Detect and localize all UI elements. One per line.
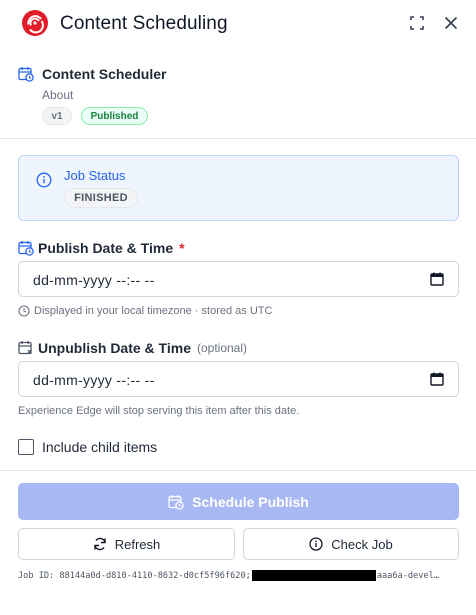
include-child-items-checkbox[interactable]: [18, 439, 34, 455]
close-icon: [444, 16, 458, 30]
check-job-label: Check Job: [331, 536, 393, 552]
unpublish-date-label: Unpublish Date & Time (optional): [18, 340, 247, 356]
publish-date-label: Publish Date & Time *: [18, 240, 185, 256]
calendar-icon[interactable]: [430, 272, 444, 286]
refresh-icon: [94, 537, 106, 551]
expand-icon: [410, 16, 424, 30]
unpublish-date-label-text: Unpublish Date & Time: [38, 340, 191, 356]
include-child-items-label[interactable]: Include child items: [42, 439, 157, 455]
publish-date-label-text: Publish Date & Time: [38, 240, 174, 256]
published-badge: Published: [81, 107, 148, 125]
job-id: Job ID: 88144a0d-d810-4110-8632-d0cf5f96…: [18, 570, 439, 581]
calendar-icon[interactable]: [430, 372, 444, 386]
calendar-clock-icon: [18, 241, 34, 256]
calendar-clock-icon: [18, 67, 34, 82]
required-mark: *: [179, 240, 185, 256]
divider: [0, 138, 476, 139]
unpublish-hint-text: Experience Edge will stop serving this i…: [18, 405, 300, 417]
job-status-panel: Job Status FINISHED: [18, 155, 459, 221]
optional-label: (optional): [196, 341, 248, 355]
header: Content Scheduling: [0, 0, 476, 48]
job-id-suffix: aaa6a-devel…: [376, 570, 439, 581]
schedule-publish-button[interactable]: Schedule Publish: [18, 483, 459, 520]
divider: [0, 470, 476, 471]
expand-button[interactable]: [408, 14, 426, 32]
page-title: Content Scheduling: [60, 13, 228, 34]
refresh-button[interactable]: Refresh: [18, 528, 235, 560]
refresh-label: Refresh: [114, 536, 161, 552]
job-id-prefix: Job ID: 88144a0d-d810-4110-8632-d0cf5f96…: [18, 570, 251, 581]
job-status-badge: FINISHED: [64, 188, 138, 208]
info-icon: [309, 537, 323, 551]
sitecore-logo-icon: [22, 10, 48, 36]
version-badge: v1: [42, 107, 72, 125]
scheduler-title: Content Scheduler: [42, 66, 167, 82]
unpublish-date-input[interactable]: dd-mm-yyyy --:-- --: [18, 361, 459, 397]
schedule-publish-label: Schedule Publish: [192, 493, 309, 510]
unpublish-date-value: dd-mm-yyyy --:-- --: [33, 372, 155, 388]
calendar-x-icon: [18, 341, 32, 355]
publish-date-value: dd-mm-yyyy --:-- --: [33, 272, 155, 288]
publish-date-input[interactable]: dd-mm-yyyy --:-- --: [18, 261, 459, 297]
check-job-button[interactable]: Check Job: [243, 528, 459, 560]
clock-icon: [18, 305, 30, 317]
redacted-block: [251, 570, 376, 581]
info-icon: [36, 172, 52, 188]
publish-hint: Displayed in your local timezone · store…: [18, 305, 272, 317]
about-label: About: [42, 88, 74, 102]
close-button[interactable]: [442, 14, 460, 32]
publish-hint-text: Displayed in your local timezone · store…: [34, 305, 273, 317]
unpublish-hint: Experience Edge will stop serving this i…: [18, 405, 299, 417]
calendar-clock-icon: [168, 494, 184, 510]
job-status-title: Job Status: [64, 168, 126, 183]
